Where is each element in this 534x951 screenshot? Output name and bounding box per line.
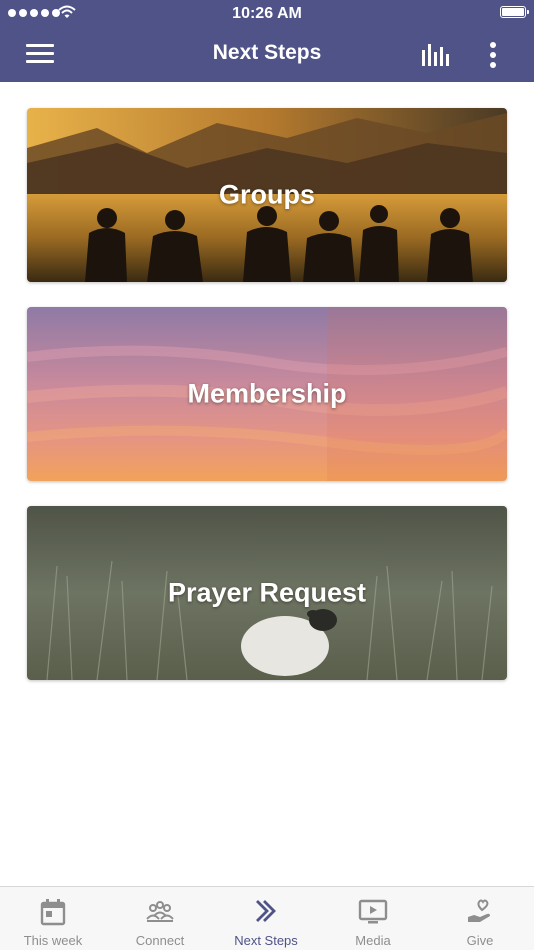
card-label: Membership (187, 378, 347, 409)
page-title: Next Steps (212, 41, 322, 64)
membership-card[interactable]: Membership (27, 307, 507, 481)
tab-connect[interactable]: Connect (107, 887, 213, 951)
card-label: Groups (218, 179, 315, 210)
tab-label: Next Steps (234, 933, 298, 948)
tab-label: Connect (135, 933, 185, 948)
card-label: Prayer Request (167, 577, 367, 608)
status-time: 10:26 AM (232, 5, 302, 22)
people-group-icon (146, 901, 174, 922)
double-chevron-right-icon (256, 900, 276, 922)
tab-label: This week (23, 933, 83, 948)
play-screen-icon (358, 899, 388, 924)
tab-this-week[interactable]: This week (0, 887, 106, 951)
tab-next-steps[interactable]: Next Steps (213, 887, 319, 951)
battery-icon (500, 6, 529, 18)
status-bar: 10:26 AM (0, 0, 534, 26)
bar-chart-icon[interactable] (419, 40, 453, 68)
tab-label: Media (355, 933, 391, 948)
prayer-request-card[interactable]: Prayer Request (27, 506, 507, 680)
tab-label: Give (466, 933, 494, 948)
tab-give[interactable]: Give (427, 887, 533, 951)
tab-media[interactable]: Media (320, 887, 426, 951)
calendar-icon (40, 899, 66, 926)
app-header: 10:26 AM Next Steps (0, 0, 534, 82)
more-vertical-icon[interactable] (484, 40, 502, 70)
heart-in-hand-icon (468, 899, 490, 922)
groups-card[interactable]: Groups (27, 108, 507, 282)
bottom-tab-bar: This week Connect Next Steps Media Give (0, 886, 534, 950)
